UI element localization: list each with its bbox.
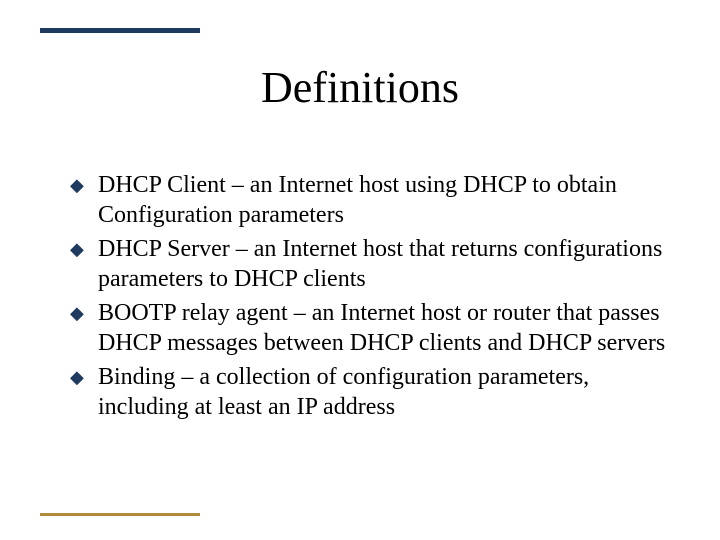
diamond-bullet-icon: ◆ <box>70 362 98 392</box>
list-item-text: DHCP Client – an Internet host using DHC… <box>98 170 670 230</box>
diamond-bullet-icon: ◆ <box>70 170 98 200</box>
bottom-accent-rule <box>40 513 200 516</box>
list-item: ◆ BOOTP relay agent – an Internet host o… <box>70 298 670 358</box>
slide-title: Definitions <box>0 62 720 113</box>
list-item: ◆ DHCP Server – an Internet host that re… <box>70 234 670 294</box>
list-item: ◆ DHCP Client – an Internet host using D… <box>70 170 670 230</box>
list-item-text: Binding – a collection of configuration … <box>98 362 670 422</box>
diamond-bullet-icon: ◆ <box>70 298 98 328</box>
diamond-bullet-icon: ◆ <box>70 234 98 264</box>
list-item: ◆ Binding – a collection of configuratio… <box>70 362 670 422</box>
top-accent-rule <box>40 28 200 33</box>
bullet-list: ◆ DHCP Client – an Internet host using D… <box>70 170 670 426</box>
list-item-text: BOOTP relay agent – an Internet host or … <box>98 298 670 358</box>
list-item-text: DHCP Server – an Internet host that retu… <box>98 234 670 294</box>
